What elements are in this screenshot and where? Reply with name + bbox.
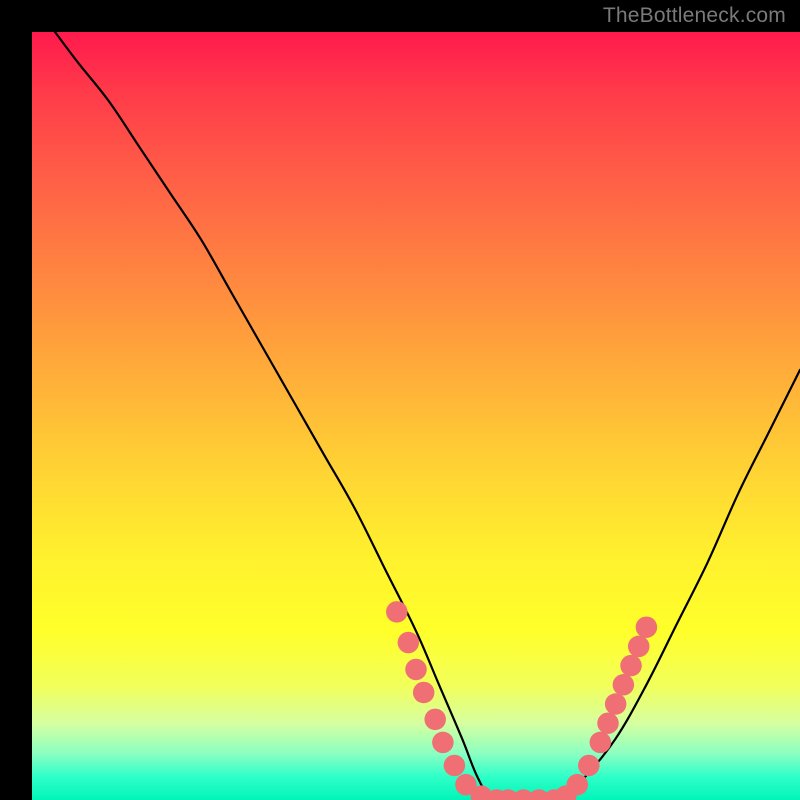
marker-dot — [424, 709, 446, 731]
marker-dot — [432, 732, 454, 754]
marker-dots — [32, 32, 800, 800]
marker-dot — [398, 632, 420, 654]
marker-dot — [590, 732, 612, 754]
marker-dot — [578, 755, 600, 777]
marker-dot — [613, 674, 635, 696]
watermark-text: TheBottleneck.com — [603, 4, 786, 28]
outer-frame — [0, 0, 800, 800]
marker-dot — [605, 693, 627, 715]
marker-dot — [386, 601, 408, 623]
marker-dot — [620, 655, 642, 677]
plot-area — [32, 32, 800, 800]
marker-dot — [567, 774, 589, 796]
marker-dot — [444, 755, 466, 777]
marker-dot — [405, 659, 427, 681]
marker-dot — [628, 636, 650, 658]
marker-dot — [413, 682, 435, 704]
marker-dot — [636, 616, 658, 638]
marker-dot — [597, 712, 619, 734]
